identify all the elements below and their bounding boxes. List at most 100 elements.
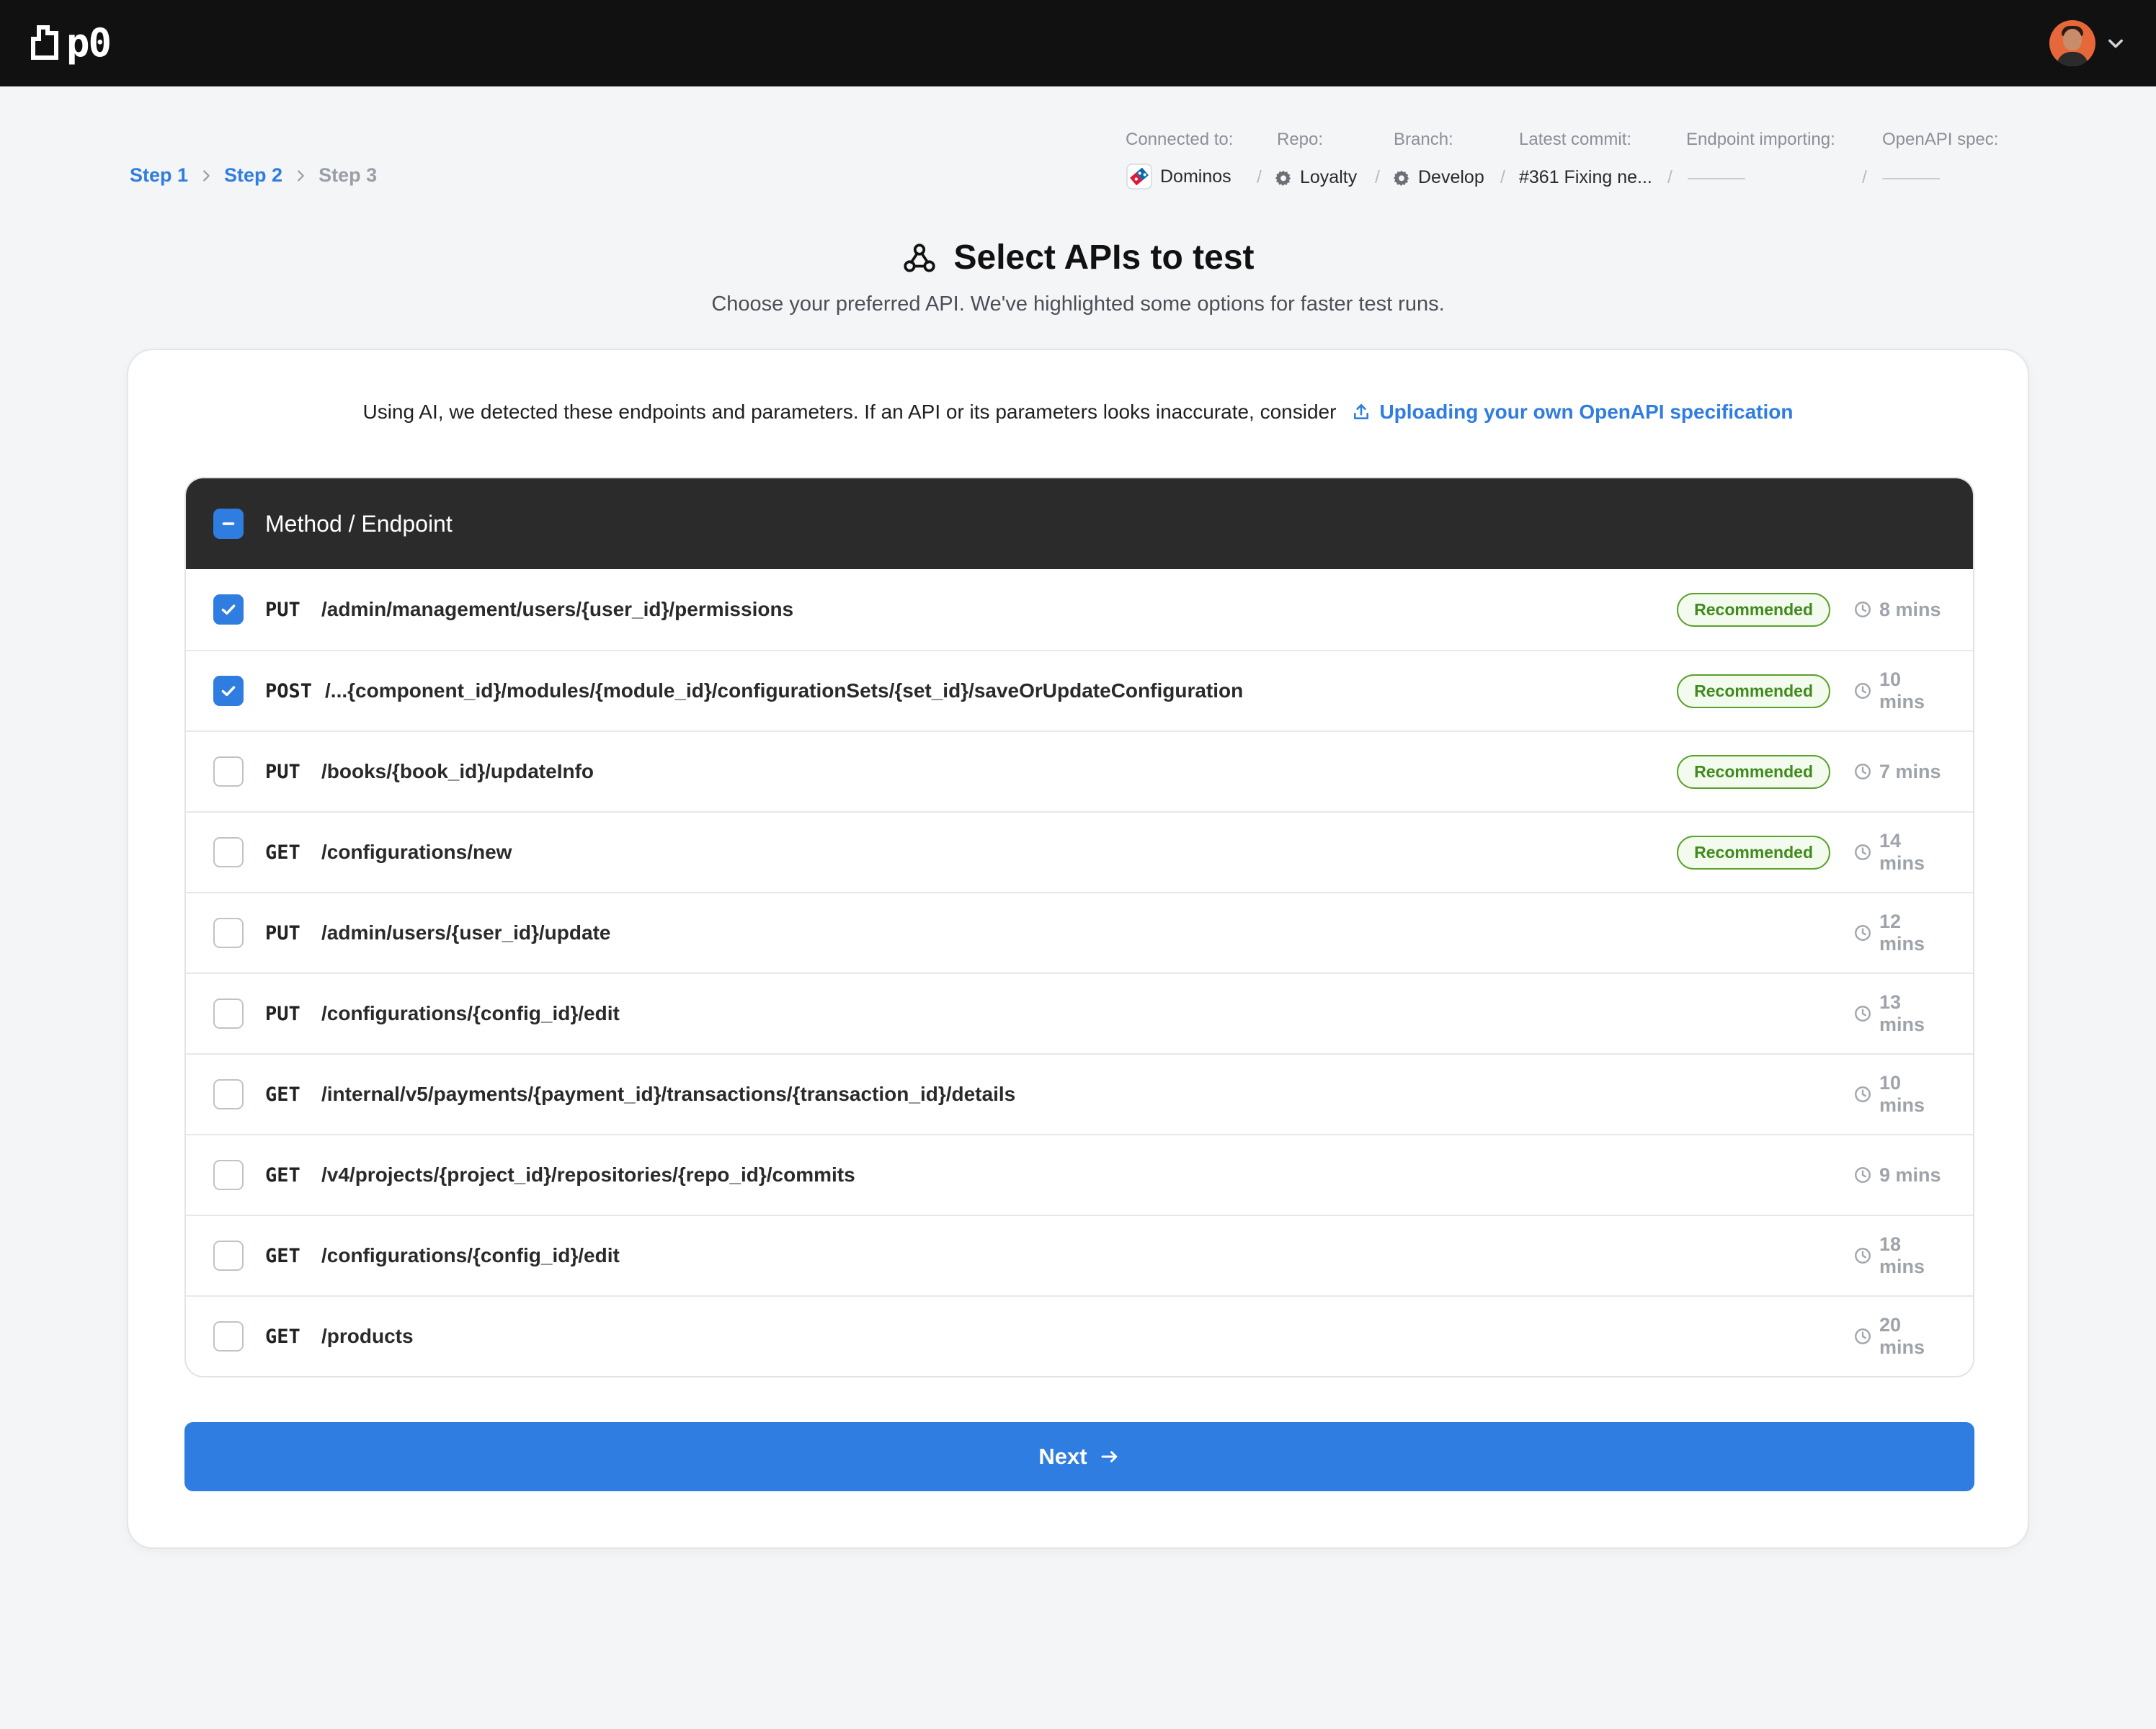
http-method: PUT <box>265 598 300 621</box>
logo-text: p0 <box>66 20 112 66</box>
separator: / <box>1862 167 1867 187</box>
row-checkbox[interactable] <box>213 1079 244 1109</box>
row-checkbox[interactable] <box>213 918 244 948</box>
duration-text: 13 mins <box>1879 991 1925 1035</box>
duration-text: 7 mins <box>1879 760 1941 782</box>
estimated-duration: 14 mins <box>1853 830 1943 875</box>
row-checkbox[interactable] <box>213 676 244 706</box>
http-method: GET <box>265 841 300 864</box>
gear-icon <box>1275 170 1291 186</box>
repo-value: Loyalty <box>1274 167 1357 188</box>
avatar[interactable] <box>2049 20 2095 66</box>
clock-icon <box>1855 1167 1871 1183</box>
endpoint-path: /configurations/{config_id}/edit <box>321 1002 620 1024</box>
clock-icon <box>1855 683 1871 699</box>
endpoint-path: /products <box>321 1325 414 1347</box>
table-body: PUT/admin/management/users/{user_id}/per… <box>186 569 1973 1376</box>
logo-icon <box>31 25 58 60</box>
branch-label: Branch: <box>1394 130 1453 149</box>
endpoint-importing-label: Endpoint importing: <box>1686 130 1835 149</box>
estimated-duration: 9 mins <box>1853 1164 1943 1187</box>
select-all-checkbox[interactable] <box>213 509 244 539</box>
arrow-right-icon <box>1101 1451 1117 1462</box>
http-method: PUT <box>265 921 300 944</box>
http-method: PUT <box>265 1002 300 1025</box>
table-row[interactable]: GET/v4/projects/{project_id}/repositorie… <box>186 1134 1973 1215</box>
row-checkbox[interactable] <box>213 756 244 787</box>
estimated-duration: 10 mins <box>1853 669 1943 713</box>
openapi-label: OpenAPI spec: <box>1882 130 1999 149</box>
table-row[interactable]: PUT/books/{book_id}/updateInfo Recommende… <box>186 731 1973 811</box>
table-row[interactable]: GET/configurations/new Recommended 14 mins <box>186 811 1973 892</box>
duration-text: 14 mins <box>1879 830 1925 874</box>
chevron-right-icon <box>203 169 210 182</box>
endpoint-path: /v4/projects/{project_id}/repositories/{… <box>321 1163 855 1186</box>
minus-icon <box>222 522 235 525</box>
row-checkbox[interactable] <box>213 1241 244 1271</box>
estimated-duration: 10 mins <box>1853 1072 1943 1117</box>
page-heading: Select APIs to test <box>0 238 2156 277</box>
estimated-duration: 18 mins <box>1853 1233 1943 1278</box>
table-row[interactable]: PUT/configurations/{config_id}/edit 13 mi… <box>186 973 1973 1053</box>
estimated-duration: 13 mins <box>1853 991 1943 1036</box>
connected-value: Dominos <box>1126 163 1231 190</box>
branch-value: Develop <box>1392 167 1484 188</box>
page-title: Select APIs to test <box>953 238 1255 277</box>
next-button-label: Next <box>1038 1444 1087 1469</box>
estimated-duration: 7 mins <box>1853 761 1943 783</box>
endpoint-path: /configurations/new <box>321 841 512 863</box>
endpoint-path: /admin/management/users/{user_id}/permis… <box>321 598 794 620</box>
endpoint-path: /books/{book_id}/updateInfo <box>321 760 594 782</box>
connected-label: Connected to: <box>1126 130 1234 149</box>
endpoint-path: /...{component_id}/modules/{module_id}/c… <box>325 679 1244 702</box>
endpoint-path: /admin/users/{user_id}/update <box>321 921 611 944</box>
table-header: Method / Endpoint <box>186 478 1973 569</box>
check-icon <box>221 604 236 615</box>
row-checkbox[interactable] <box>213 837 244 867</box>
duration-text: 10 mins <box>1879 1072 1925 1116</box>
http-method: POST <box>265 679 313 702</box>
app-logo[interactable]: p0 <box>29 20 112 66</box>
separator: / <box>1500 167 1505 187</box>
table-row[interactable]: GET/products 20 mins <box>186 1295 1973 1376</box>
upload-openapi-link[interactable]: Uploading your own OpenAPI specification <box>1352 401 1794 424</box>
http-method: GET <box>265 1083 300 1106</box>
recommended-badge: Recommended <box>1677 674 1830 708</box>
table-row[interactable]: POST /...{component_id}/modules/{module_i… <box>186 650 1973 731</box>
clock-icon <box>1855 1328 1871 1344</box>
dominos-logo <box>1126 164 1152 189</box>
table-row[interactable]: PUT/admin/users/{user_id}/update 12 mins <box>186 892 1973 973</box>
table-row[interactable]: GET/configurations/{config_id}/edit 18 mi… <box>186 1215 1973 1295</box>
separator: / <box>1375 167 1380 187</box>
endpoint-importing-empty <box>1688 178 1745 179</box>
recommended-badge: Recommended <box>1677 835 1830 870</box>
commit-value-text: #361 Fixing ne... <box>1519 167 1652 187</box>
chevron-down-icon[interactable] <box>2106 33 2126 53</box>
duration-text: 20 mins <box>1879 1314 1925 1358</box>
http-method: PUT <box>265 760 300 783</box>
webhook-icon <box>904 243 936 272</box>
repo-value-text: Loyalty <box>1300 167 1358 187</box>
row-checkbox[interactable] <box>213 1160 244 1190</box>
row-checkbox[interactable] <box>213 1321 244 1352</box>
endpoint-table: Method / Endpoint PUT/admin/management/u… <box>184 477 1974 1377</box>
page-subtitle: Choose your preferred API. We've highlig… <box>711 292 1445 316</box>
separator: / <box>1667 167 1672 187</box>
breadcrumb-step-1[interactable]: Step 1 <box>130 164 188 187</box>
breadcrumb-step-3: Step 3 <box>318 164 378 186</box>
table-row[interactable]: GET/internal/v5/payments/{payment_id}/tr… <box>186 1053 1973 1134</box>
branch-value-text: Develop <box>1418 167 1484 187</box>
row-checkbox[interactable] <box>213 594 244 625</box>
next-button[interactable]: Next <box>184 1422 1974 1491</box>
commit-value: #361 Fixing ne... <box>1519 167 1652 188</box>
row-checkbox[interactable] <box>213 998 244 1029</box>
breadcrumb-step-2[interactable]: Step 2 <box>224 164 282 187</box>
connected-value-text: Dominos <box>1160 166 1231 187</box>
ai-notice-text: Using AI, we detected these endpoints an… <box>362 401 1337 423</box>
recommended-badge: Recommended <box>1677 754 1830 789</box>
openapi-spec-empty <box>1882 178 1940 179</box>
clock-icon <box>1855 844 1871 860</box>
check-icon <box>221 686 236 697</box>
table-row[interactable]: PUT/admin/management/users/{user_id}/per… <box>186 569 1973 650</box>
user-menu[interactable] <box>2049 20 2126 66</box>
